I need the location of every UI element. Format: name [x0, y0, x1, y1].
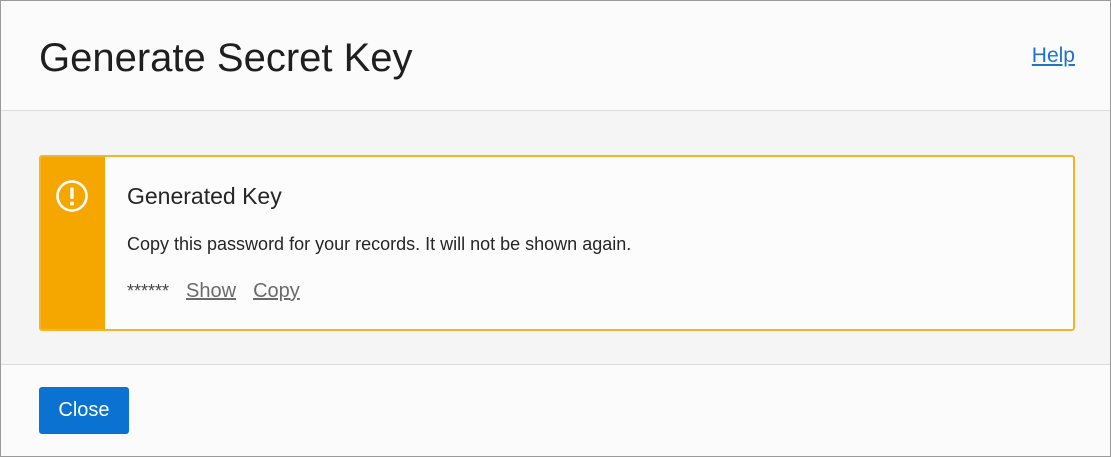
banner-message: Copy this password for your records. It …: [127, 234, 632, 254]
banner-stripe: [41, 157, 105, 329]
banner-heading: Generated Key: [127, 183, 282, 209]
masked-key: ******: [127, 281, 170, 301]
dialog-title: Generate Secret Key: [39, 36, 413, 80]
dialog-header: Generate Secret Key Help: [1, 1, 1110, 111]
generated-key-banner: Generated Key Copy this password for you…: [39, 155, 1075, 331]
help-link[interactable]: Help: [1032, 44, 1075, 68]
dialog-body: Generated Key Copy this password for you…: [1, 111, 1110, 365]
close-button[interactable]: Close: [39, 387, 129, 434]
generate-secret-key-dialog: Generate Secret Key Help Generated Key C…: [0, 0, 1111, 457]
key-row: ****** Show Copy: [127, 280, 312, 302]
warning-icon: [56, 180, 88, 212]
dialog-footer: Close: [1, 365, 1110, 456]
show-key-link[interactable]: Show: [186, 280, 236, 302]
copy-key-link[interactable]: Copy: [253, 280, 300, 302]
